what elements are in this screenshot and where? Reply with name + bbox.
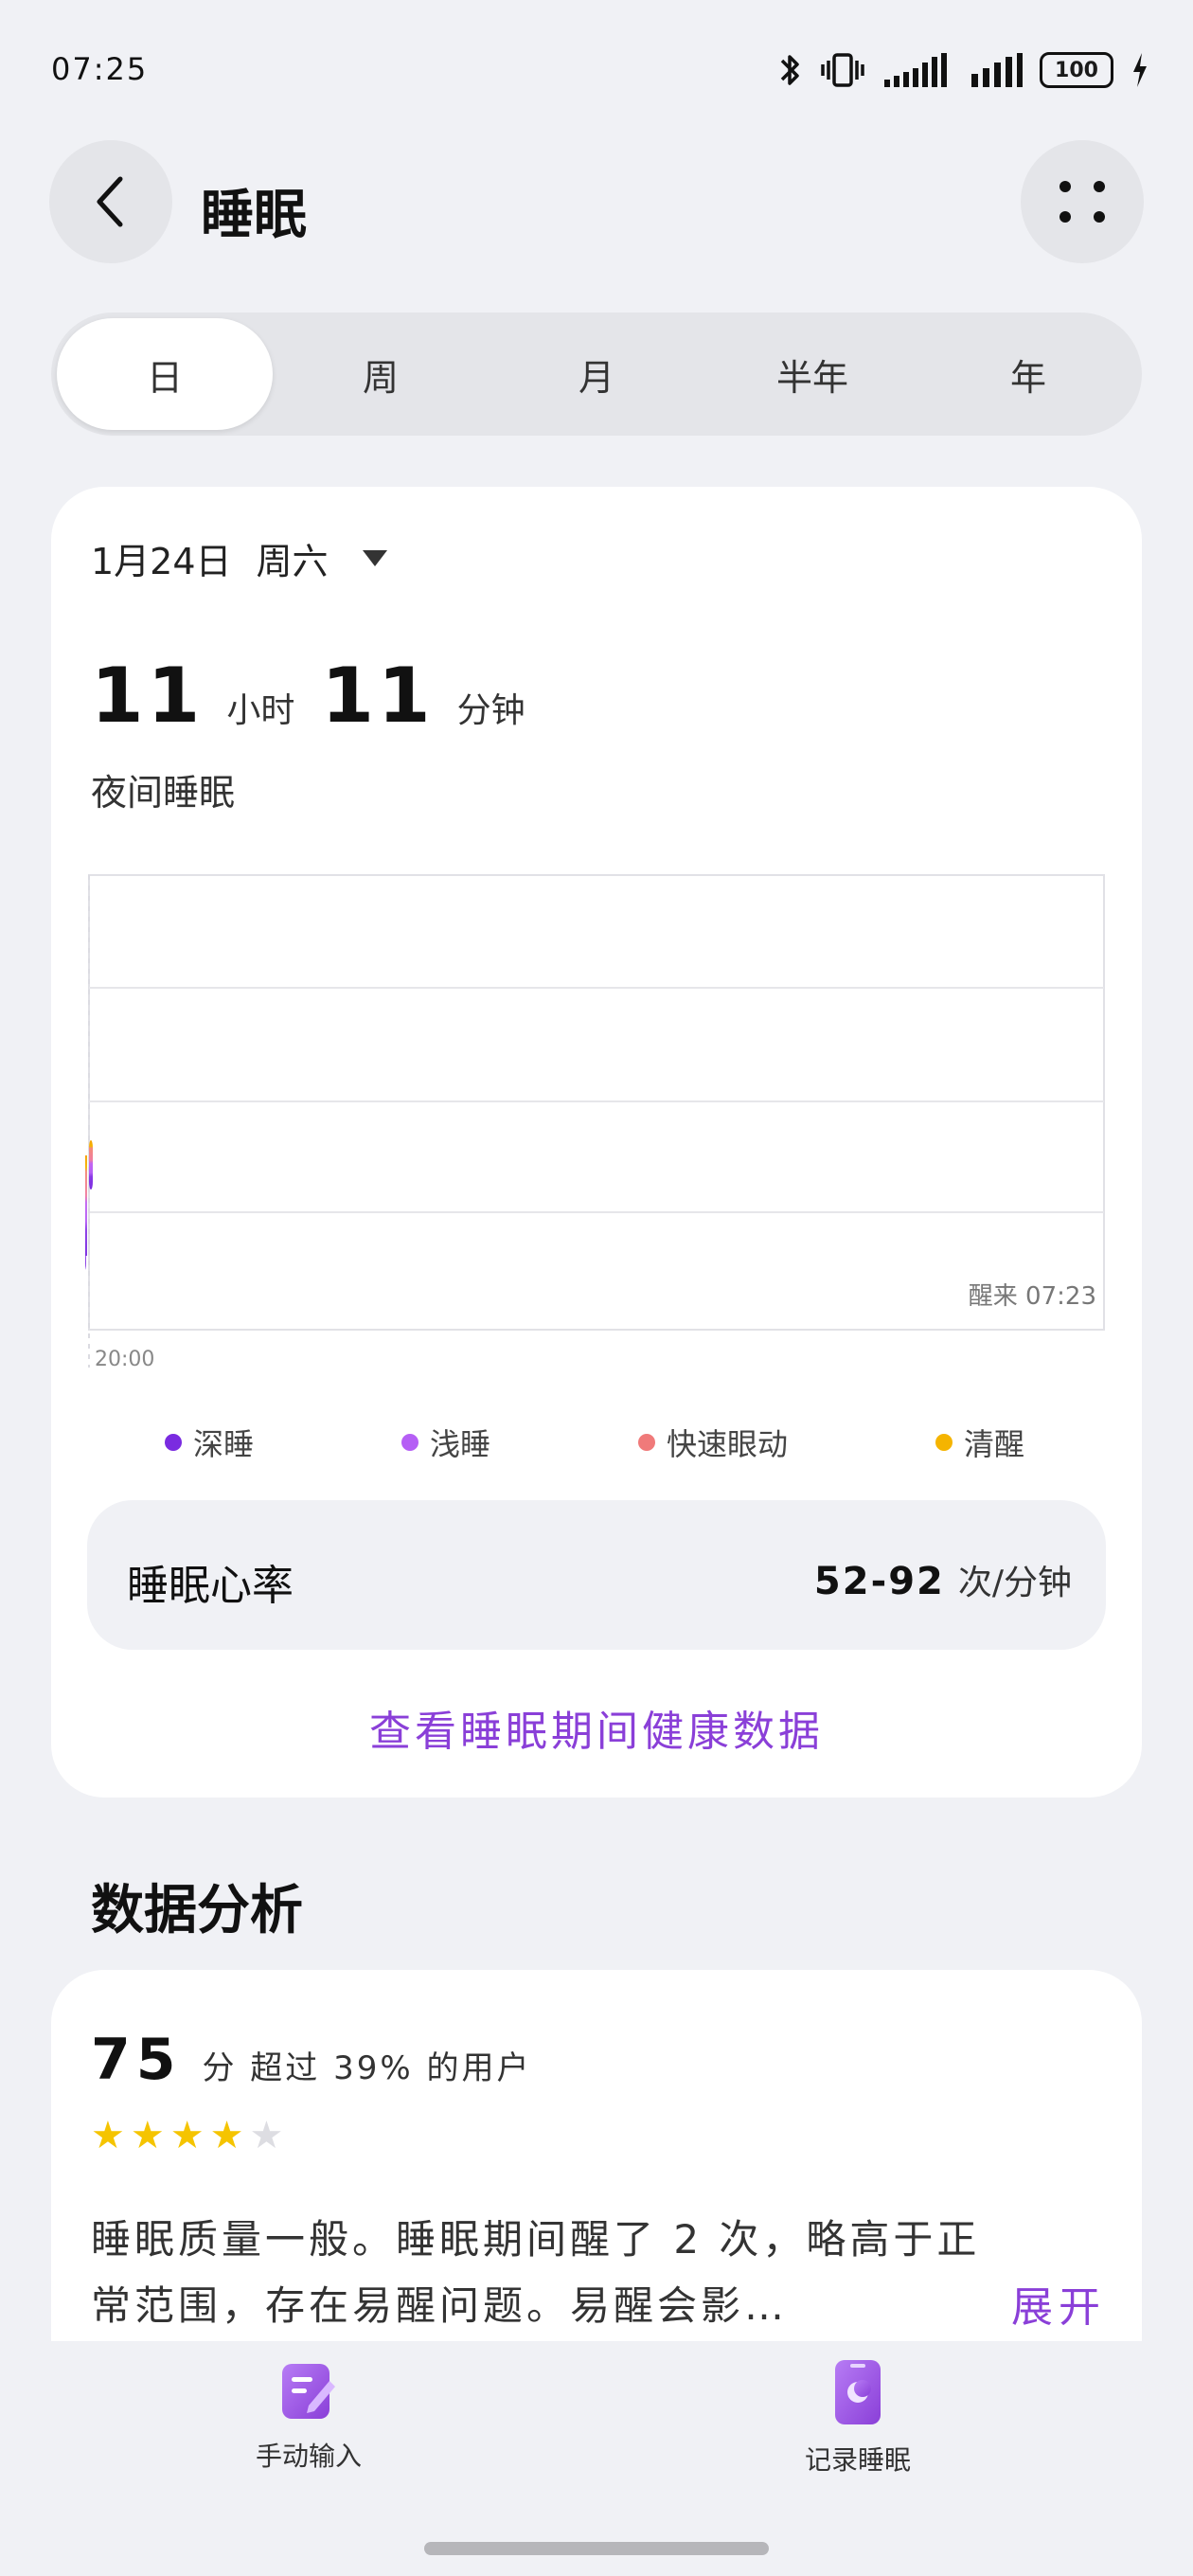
dropdown-caret-icon (362, 550, 387, 566)
date-label: 1月24日 (91, 541, 232, 582)
chevron-left-icon (97, 176, 123, 227)
star-empty-icon: ★ (249, 2114, 284, 2157)
hours-unit: 小时 (226, 691, 295, 730)
stage-transition (77, 1155, 87, 1256)
sleep-stage-chart[interactable]: 20:0022:0000:0002:0004:0006:00 醒来 07:23 (0, 869, 1108, 1371)
record-sleep-label: 记录睡眠 (805, 2444, 912, 2476)
home-indicator[interactable] (424, 2542, 769, 2555)
bluetooth-icon (780, 55, 799, 85)
expand-button[interactable]: 展开 (1011, 2273, 1106, 2334)
signal-sim1-icon (884, 53, 947, 87)
tab-month[interactable]: 月 (489, 318, 704, 430)
analysis-section-title: 数据分析 (91, 1880, 303, 1941)
bottom-action-bar (0, 2341, 1193, 2576)
analysis-line-1: 睡眠质量一般。睡眠期间醒了 2 次，略高于正 (91, 2216, 981, 2263)
record-sleep-icon (835, 2360, 881, 2424)
score-row: 75 分 超过 39% 的用户 (91, 2027, 532, 2093)
status-time: 07:25 (51, 51, 149, 87)
score-description: 分 超过 39% 的用户 (202, 2049, 532, 2087)
tab-day[interactable]: 日 (57, 318, 273, 430)
sleep-duration: 11 小时 11 分钟 (91, 652, 552, 740)
period-tabs: 日 周 月 半年 年 (51, 313, 1142, 436)
star-filled-icon: ★ (209, 2114, 244, 2157)
wake-time-label: 醒来 07:23 (969, 1282, 1096, 1311)
star-filled-icon: ★ (169, 2114, 205, 2157)
sleep-type-label: 夜间睡眠 (91, 772, 236, 814)
legend-deep-label: 深睡 (192, 1426, 254, 1462)
weekday-label: 周六 (256, 541, 329, 582)
legend-awake: 清醒 (935, 1421, 1024, 1464)
legend-rem-dot (637, 1434, 655, 1451)
more-dots-icon (1059, 181, 1105, 223)
tab-year[interactable]: 年 (920, 318, 1136, 430)
chart-legend: 深睡 浅睡 快速眼动 清醒 (91, 1421, 1098, 1464)
more-button[interactable] (1021, 140, 1144, 263)
status-icons: 100 (778, 44, 1149, 97)
star-filled-icon: ★ (91, 2114, 125, 2157)
legend-light-dot (401, 1434, 418, 1451)
analysis-description: 睡眠质量一般。睡眠期间醒了 2 次，略高于正 常范围，存在易醒问题。易醒会影… (91, 2207, 1104, 2339)
minutes-unit: 分钟 (456, 691, 525, 730)
heart-rate-range: 52-92 (813, 1560, 945, 1603)
sleep-score: 75 (91, 2027, 182, 2093)
record-sleep-button[interactable]: 记录睡眠 (805, 2358, 911, 2478)
chart-x-ticks: 20:0022:0000:0002:0004:0006:00 (95, 1348, 154, 1371)
manual-input-button[interactable]: 手动输入 (256, 2358, 362, 2474)
date-selector[interactable]: 1月24日 周六 (91, 532, 387, 584)
duration-hours: 11 (91, 652, 205, 740)
legend-awake-dot (935, 1434, 953, 1451)
edit-note-icon (282, 2364, 335, 2419)
legend-deep-dot (164, 1434, 182, 1451)
heart-rate-label: 睡眠心率 (127, 1562, 294, 1610)
legend-light: 浅睡 (401, 1421, 490, 1464)
sleep-segment (89, 1140, 93, 1190)
legend-deep: 深睡 (164, 1421, 254, 1464)
legend-light-label: 浅睡 (429, 1426, 490, 1462)
tab-half-year[interactable]: 半年 (704, 318, 920, 430)
star-rating: ★ ★ ★ ★ ★ (91, 2114, 283, 2157)
view-health-data-link[interactable]: 查看睡眠期间健康数据 (51, 1697, 1142, 1758)
heart-rate-value: 52-92 次/分钟 (814, 1555, 1072, 1604)
duration-minutes: 11 (321, 652, 435, 740)
legend-rem: 快速眼动 (637, 1421, 788, 1464)
charging-icon (1133, 53, 1147, 87)
heart-rate-unit: 次/分钟 (957, 1564, 1072, 1602)
vibrate-icon (821, 53, 864, 87)
battery-icon: 100 (1040, 52, 1113, 88)
tab-week[interactable]: 周 (273, 318, 489, 430)
legend-rem-label: 快速眼动 (666, 1426, 788, 1462)
sleep-stage-chart-svg: 20:0022:0000:0002:0004:0006:00 醒来 07:23 (0, 874, 1105, 1371)
analysis-line-2: 常范围，存在易醒问题。易醒会影… (91, 2282, 789, 2329)
star-filled-icon: ★ (130, 2114, 165, 2157)
x-tick-label: 20:00 (95, 1348, 154, 1371)
page-title: 睡眠 (201, 185, 307, 246)
signal-sim2-icon (971, 53, 1023, 87)
battery-level: 100 (1055, 58, 1098, 82)
manual-input-label: 手动输入 (256, 2441, 363, 2472)
chart-grid (88, 874, 1105, 1368)
back-button[interactable] (49, 140, 172, 263)
legend-awake-label: 清醒 (963, 1426, 1024, 1462)
